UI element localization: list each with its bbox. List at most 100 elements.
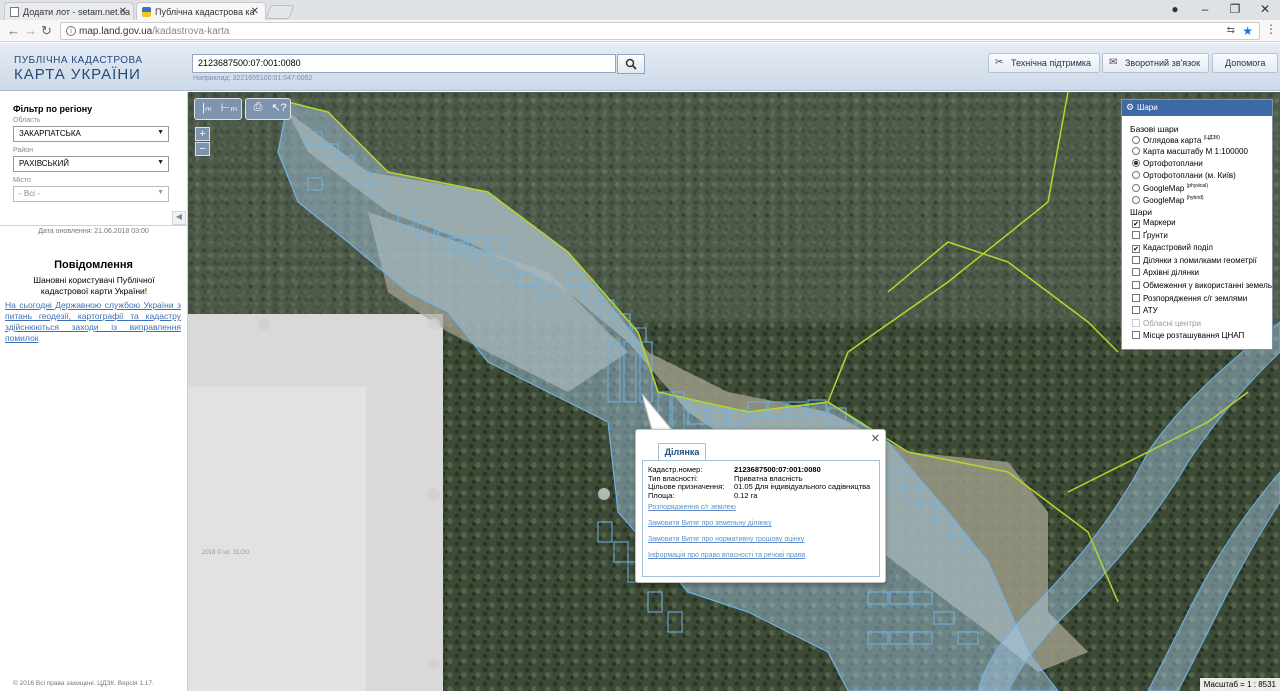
url-path: /kadastrova-karta (152, 26, 230, 37)
layers-panel: ⚙ Шари Базові шари Оглядова карта (ЦДЗК)… (1121, 99, 1273, 350)
base-layer-note: (hybrid) (1186, 195, 1204, 201)
base-layer-option[interactable]: Карта масштабу М 1:100000 (1132, 147, 1248, 156)
tab-parcel[interactable]: Ділянка (658, 443, 706, 460)
layers-header[interactable]: ⚙ Шари (1122, 100, 1272, 116)
oblast-select[interactable]: ЗАКАРПАТСЬКА ▼ (13, 126, 169, 142)
parcel-action-link[interactable]: Замовити Витяг про нормативну грошову оц… (648, 536, 804, 543)
menu-kebab-icon[interactable]: ⋮ (1265, 22, 1277, 36)
news-link[interactable]: На сьогодні Державною службою України з … (5, 300, 181, 344)
base-layer-label: GoogleMap (1143, 184, 1185, 193)
checkbox[interactable] (1132, 293, 1140, 302)
overlay-layer-label: Обмеження у використанні земель (1143, 281, 1272, 290)
collapse-sidebar-button[interactable]: ◀ (172, 211, 186, 225)
news-greeting: Шановні користувачі Публічної кадастрово… (33, 275, 155, 296)
raion-label: Район (13, 147, 33, 154)
radio-button[interactable] (1132, 171, 1140, 179)
overlay-layer-option[interactable]: АТУ (1132, 306, 1158, 315)
close-icon[interactable]: ✕ (119, 6, 127, 17)
raion-select[interactable]: РАХІВСЬКИЙ ▼ (13, 156, 169, 172)
support-button[interactable]: ✂ Технічна підтримка (988, 53, 1101, 73)
support-label: Технічна підтримка (1011, 58, 1092, 68)
measure-area-icon[interactable]: ⊢ₘ (219, 101, 239, 118)
zoom-control: + − (195, 127, 210, 157)
base-layer-option[interactable]: GoogleMap (physical) (1132, 183, 1208, 193)
radio-button[interactable] (1132, 147, 1140, 155)
parcel-action-link[interactable]: Розпорядження с/г землею (648, 504, 736, 511)
new-tab-button[interactable] (265, 5, 295, 19)
info-icon[interactable]: i (66, 26, 76, 36)
overlay-layer-option[interactable]: Розпорядження с/г землями (1132, 293, 1247, 303)
search-hint: Наприклад: 3221655100:01:047:0052 (193, 75, 313, 82)
popup-pointer (641, 393, 674, 431)
orthophoto-map (188, 92, 1280, 691)
radio-button[interactable] (1132, 184, 1140, 192)
browser-tab-kadastr[interactable]: Публічна кадастрова ка ✕ (136, 2, 266, 20)
back-icon[interactable]: ← (7, 23, 20, 38)
city-value: - Всі - (19, 189, 40, 198)
close-icon[interactable]: ✕ (871, 432, 880, 445)
radio-button[interactable] (1132, 136, 1140, 144)
checkbox[interactable] (1132, 255, 1140, 264)
checkbox[interactable] (1132, 230, 1140, 239)
parcel-action-link[interactable]: Замовити Витяг про земельну ділянку (648, 520, 772, 527)
measure-distance-icon[interactable]: |ₘ (197, 101, 217, 118)
checkbox-checked-icon[interactable]: ✔ (1132, 220, 1140, 228)
help-button[interactable]: Допомога (1212, 53, 1279, 73)
checkbox[interactable] (1132, 268, 1140, 277)
overlay-layer-option[interactable]: Обмеження у використанні земель (1132, 281, 1272, 290)
checkbox[interactable] (1132, 306, 1140, 315)
overlay-layer-option[interactable]: ✔ Кадастровий поділ (1132, 243, 1213, 254)
search-button[interactable] (617, 54, 645, 74)
overlay-layer-label: Ділянки з помилками геометрії (1143, 255, 1257, 265)
overlay-layer-option[interactable]: Ділянки з помилками геометрії (1132, 255, 1257, 265)
raion-value: РАХІВСЬКИЙ (19, 159, 69, 168)
close-icon[interactable]: ✕ (251, 6, 259, 17)
overlay-layer-option[interactable]: Архівні ділянки (1132, 268, 1199, 277)
radio-button[interactable] (1132, 196, 1140, 204)
checkbox[interactable] (1132, 281, 1140, 289)
parcel-action-link[interactable]: Інформація про право власності та речові… (648, 552, 805, 559)
forward-icon[interactable]: → (24, 23, 37, 38)
map-canvas[interactable]: 2018 © vd. SLOO |ₘ ⊢ₘ ⎙ ↖? + − ⚙ Шари Ба… (188, 92, 1280, 691)
print-icon[interactable]: ⎙ (248, 101, 268, 118)
city-select[interactable]: - Всі - ▼ (13, 186, 169, 202)
copyright: © 2016 Всі права захищені. ЦДЗК. Версія … (13, 680, 154, 687)
url-input[interactable]: i map.land.gov.ua/kadastrova-karta ⇆ ★ (60, 22, 1260, 40)
search-input[interactable]: 2123687500:07:001:0080 (192, 54, 616, 73)
reload-icon[interactable]: ↻ (41, 23, 52, 39)
site-header: ПУБЛІЧНА КАДАСТРОВА КАРТА УКРАЇНИ 212368… (0, 43, 1280, 91)
checkbox[interactable] (1132, 331, 1140, 340)
base-layer-label: Оглядова карта (1143, 136, 1202, 145)
city-label: Місто (13, 177, 31, 184)
browser-tab-setam[interactable]: Додати лот - setam.net.ua ✕ (4, 2, 134, 20)
identify-cursor-icon[interactable]: ↖? (269, 101, 289, 118)
base-layer-option[interactable]: GoogleMap (hybrid) (1132, 195, 1204, 205)
base-layer-option[interactable]: Ортофотоплани (1132, 159, 1203, 168)
checkbox-checked-icon[interactable]: ✔ (1132, 245, 1140, 254)
bookmark-star-icon[interactable]: ★ (1242, 24, 1253, 38)
overlay-layer-option[interactable]: Ґрунти (1132, 230, 1168, 240)
checkbox[interactable] (1132, 318, 1140, 327)
overlay-layer-option[interactable]: Місце розташування ЦНАП (1132, 331, 1244, 340)
overlay-layer-option[interactable]: Обласні центри (1132, 318, 1201, 328)
base-layer-option[interactable]: Оглядова карта (ЦДЗК) (1132, 135, 1220, 145)
browser-tab-title: Додати лот - setam.net.ua (23, 7, 131, 17)
overlay-layer-option[interactable]: ✔ Маркери (1132, 218, 1176, 228)
profile-icon[interactable]: ● (1160, 2, 1190, 16)
minimize-icon[interactable]: – (1190, 2, 1220, 16)
overlay-layer-label: Обласні центри (1143, 318, 1201, 328)
logo-line1: ПУБЛІЧНА КАДАСТРОВА (14, 55, 143, 66)
radio-button[interactable] (1132, 159, 1140, 167)
feedback-button[interactable]: ✉ Зворотний зв'язок (1102, 53, 1210, 73)
zoom-out-button[interactable]: − (195, 142, 210, 156)
restore-icon[interactable]: ❐ (1220, 2, 1250, 16)
print-info-tools: ⎙ ↖? (245, 98, 291, 120)
translate-icon[interactable]: ⇆ (1227, 25, 1235, 36)
sidebar-divider (0, 225, 187, 226)
base-layers-title: Базові шари (1130, 124, 1179, 134)
base-layer-option[interactable]: Ортофотоплани (м. Київ) (1132, 171, 1236, 180)
window-close-icon[interactable]: ✕ (1250, 2, 1280, 16)
browser-tab-bar: Додати лот - setam.net.ua ✕ Публічна кад… (0, 0, 1280, 20)
zoom-in-button[interactable]: + (195, 127, 210, 141)
help-label: Допомога (1225, 58, 1266, 68)
